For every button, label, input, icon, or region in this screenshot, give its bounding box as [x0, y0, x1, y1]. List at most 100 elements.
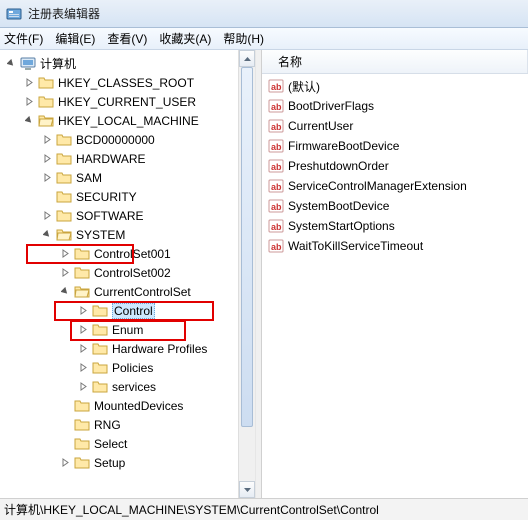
expand-icon[interactable] [42, 153, 53, 164]
folder-icon [56, 170, 72, 186]
expand-spacer [60, 438, 71, 449]
menu-edit[interactable]: 编辑(E) [55, 30, 95, 47]
svg-text:ab: ab [271, 162, 282, 172]
tree-scrollbar[interactable] [238, 50, 255, 498]
reg-string-icon: ab [268, 138, 284, 154]
tree-node-rng[interactable]: RNG [2, 415, 255, 434]
menu-file[interactable]: 文件(F) [4, 30, 43, 47]
tree-node-sam[interactable]: SAM [2, 168, 255, 187]
tree-label: HARDWARE [76, 152, 146, 166]
expand-icon[interactable] [78, 305, 89, 316]
list-body[interactable]: ab (默认) ab BootDriverFlags ab CurrentUse… [262, 74, 528, 256]
menu-view[interactable]: 查看(V) [107, 30, 147, 47]
value-name: ServiceControlManagerExtension [288, 179, 467, 193]
expand-icon[interactable] [78, 343, 89, 354]
collapse-icon[interactable] [24, 115, 35, 126]
svg-text:ab: ab [271, 202, 282, 212]
expand-icon[interactable] [24, 77, 35, 88]
tree-node-cs002[interactable]: ControlSet002 [2, 263, 255, 282]
expand-icon[interactable] [42, 134, 53, 145]
tree-node-software[interactable]: SOFTWARE [2, 206, 255, 225]
expand-icon[interactable] [60, 248, 71, 259]
expand-icon[interactable] [42, 210, 53, 221]
svg-text:ab: ab [271, 222, 282, 232]
list-item[interactable]: ab WaitToKillServiceTimeout [268, 236, 528, 256]
tree-label: HKEY_LOCAL_MACHINE [58, 114, 199, 128]
tree-node-services[interactable]: services [2, 377, 255, 396]
registry-tree[interactable]: 计算机 HKEY_CLASSES_ROOT HKEY_CURRENT_USER … [0, 50, 255, 476]
scroll-track[interactable] [239, 67, 255, 481]
column-name[interactable]: 名称 [270, 50, 528, 73]
tree-node-hwprofiles[interactable]: Hardware Profiles [2, 339, 255, 358]
expand-icon[interactable] [60, 267, 71, 278]
list-item[interactable]: ab BootDriverFlags [268, 96, 528, 116]
tree-label: Policies [112, 361, 153, 375]
list-item[interactable]: ab ServiceControlManagerExtension [268, 176, 528, 196]
tree-node-select[interactable]: Select [2, 434, 255, 453]
list-item[interactable]: ab CurrentUser [268, 116, 528, 136]
svg-text:ab: ab [271, 242, 282, 252]
tree-node-cs001[interactable]: ControlSet001 [2, 244, 255, 263]
expand-icon[interactable] [78, 324, 89, 335]
tree-node-hkcu[interactable]: HKEY_CURRENT_USER [2, 92, 255, 111]
folder-icon [74, 398, 90, 414]
expand-icon[interactable] [78, 381, 89, 392]
tree-node-policies[interactable]: Policies [2, 358, 255, 377]
list-item[interactable]: ab (默认) [268, 76, 528, 96]
tree-node-system[interactable]: SYSTEM [2, 225, 255, 244]
menu-help[interactable]: 帮助(H) [223, 30, 264, 47]
expand-icon[interactable] [78, 362, 89, 373]
svg-text:ab: ab [271, 182, 282, 192]
computer-icon [20, 56, 36, 72]
list-item[interactable]: ab SystemStartOptions [268, 216, 528, 236]
list-item[interactable]: ab FirmwareBootDevice [268, 136, 528, 156]
scroll-up-icon[interactable] [239, 50, 255, 67]
folder-icon [92, 322, 108, 338]
tree-node-bcd[interactable]: BCD00000000 [2, 130, 255, 149]
tree-label-selected: Control [112, 303, 155, 319]
tree-node-hklm[interactable]: HKEY_LOCAL_MACHINE [2, 111, 255, 130]
tree-node-computer[interactable]: 计算机 [2, 54, 255, 73]
tree-label: 计算机 [40, 55, 76, 72]
collapse-icon[interactable] [6, 58, 17, 69]
folder-icon [92, 341, 108, 357]
scroll-down-icon[interactable] [239, 481, 255, 498]
folder-icon [56, 208, 72, 224]
collapse-icon[interactable] [42, 229, 53, 240]
expand-icon[interactable] [42, 172, 53, 183]
list-header[interactable]: 名称 [262, 50, 528, 74]
reg-string-icon: ab [268, 118, 284, 134]
list-item[interactable]: ab SystemBootDevice [268, 196, 528, 216]
tree-node-setup[interactable]: Setup [2, 453, 255, 472]
svg-text:ab: ab [271, 82, 282, 92]
expand-spacer [60, 400, 71, 411]
tree-label: ControlSet001 [94, 247, 171, 261]
tree-node-enum[interactable]: Enum [2, 320, 255, 339]
svg-text:ab: ab [271, 102, 282, 112]
tree-label: Enum [112, 323, 143, 337]
scroll-thumb[interactable] [241, 67, 253, 427]
tree-node-currentcontrolset[interactable]: CurrentControlSet [2, 282, 255, 301]
value-name: SystemStartOptions [288, 219, 395, 233]
reg-string-icon: ab [268, 98, 284, 114]
tree-node-security[interactable]: SECURITY [2, 187, 255, 206]
collapse-icon[interactable] [60, 286, 71, 297]
expand-icon[interactable] [24, 96, 35, 107]
tree-node-mounteddevices[interactable]: MountedDevices [2, 396, 255, 415]
tree-label: CurrentControlSet [94, 285, 191, 299]
value-name: CurrentUser [288, 119, 353, 133]
folder-icon [74, 265, 90, 281]
folder-open-icon [38, 113, 54, 129]
menu-favorites[interactable]: 收藏夹(A) [159, 30, 211, 47]
tree-node-hardware[interactable]: HARDWARE [2, 149, 255, 168]
reg-string-icon: ab [268, 178, 284, 194]
list-pane: 名称 ab (默认) ab BootDriverFlags ab Current… [262, 50, 528, 498]
folder-icon [74, 417, 90, 433]
tree-node-control[interactable]: Control [2, 301, 255, 320]
tree-node-hkcr[interactable]: HKEY_CLASSES_ROOT [2, 73, 255, 92]
tree-label: MountedDevices [94, 399, 183, 413]
expand-icon[interactable] [60, 457, 71, 468]
value-name: WaitToKillServiceTimeout [288, 239, 423, 253]
titlebar: 注册表编辑器 [0, 0, 528, 28]
list-item[interactable]: ab PreshutdownOrder [268, 156, 528, 176]
